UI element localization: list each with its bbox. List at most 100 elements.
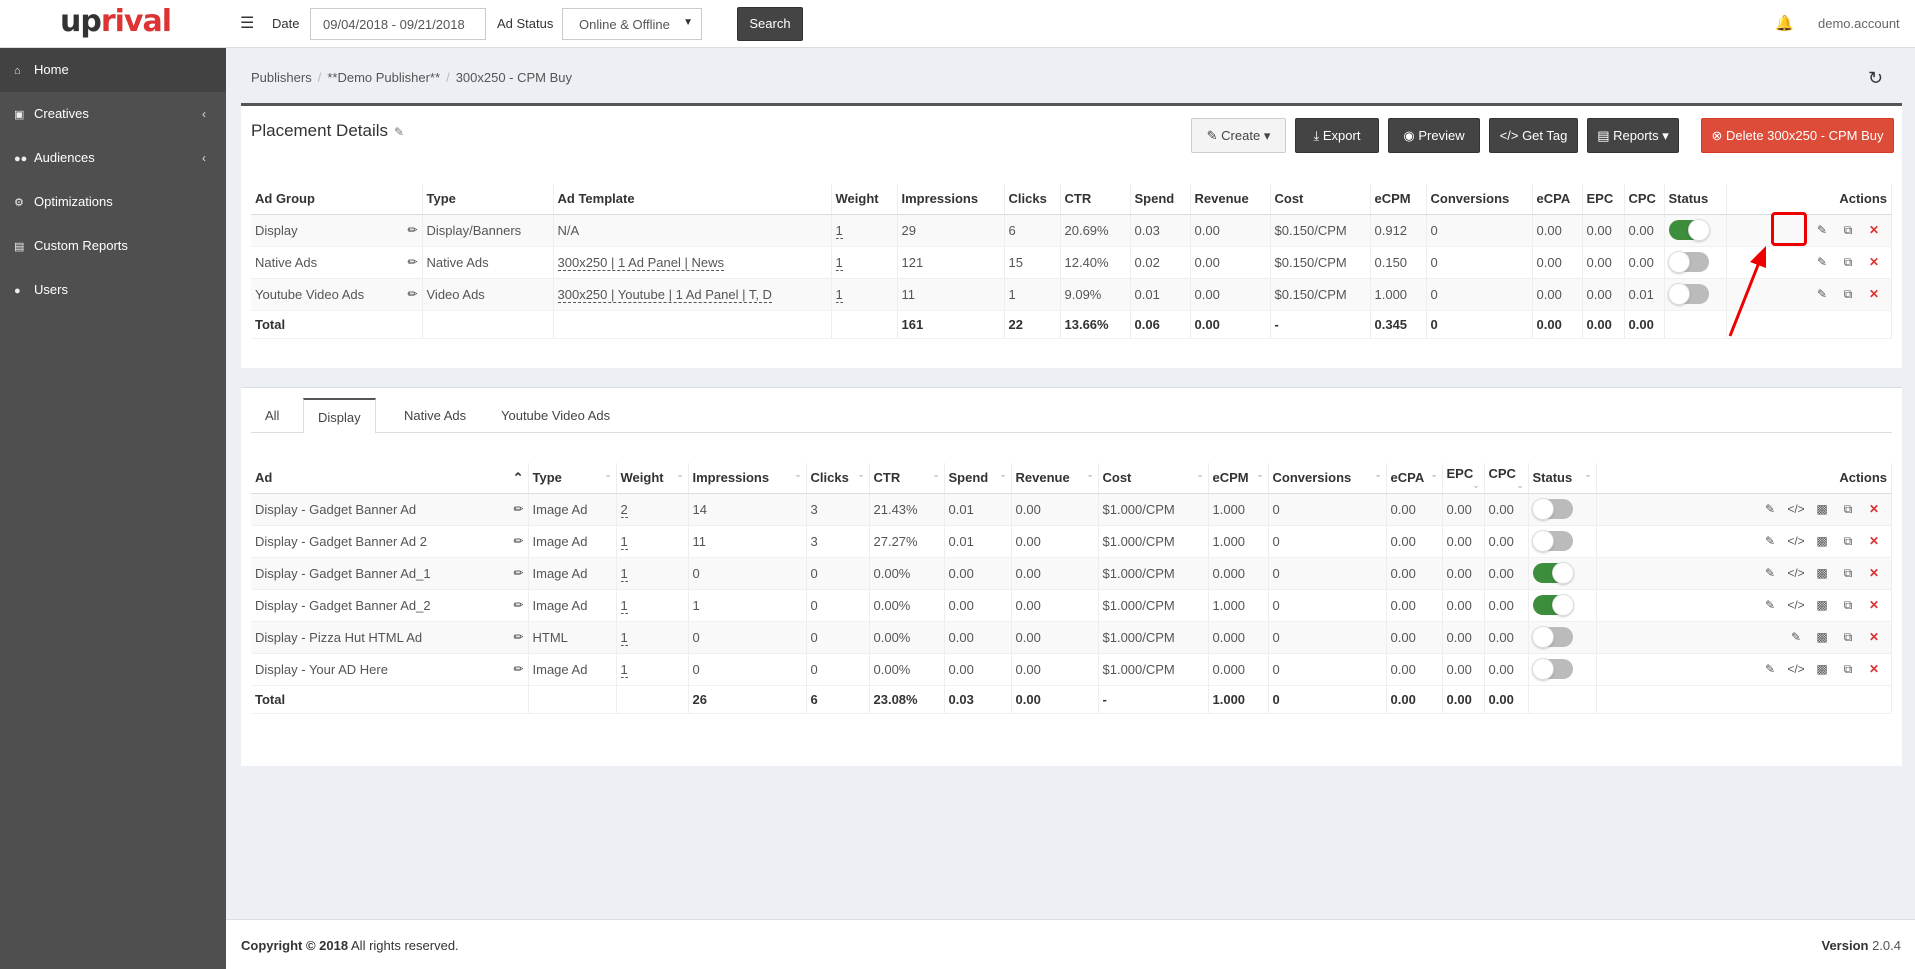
delete-icon[interactable]: ✕ <box>1861 502 1887 516</box>
column-header[interactable]: Status <box>1664 184 1727 215</box>
column-header[interactable]: Status ⌄ <box>1528 463 1597 494</box>
menu-toggle-icon[interactable]: ☰ <box>240 13 256 33</box>
edit-icon[interactable]: ✎ <box>1757 534 1783 548</box>
ad-name[interactable]: Display - Gadget Banner Ad_1 <box>255 566 431 581</box>
ad-status-select[interactable]: Online & Offline ▼ <box>562 8 702 40</box>
tab-display[interactable]: Display <box>303 398 376 434</box>
delete-icon[interactable]: ✕ <box>1861 662 1887 676</box>
status-toggle[interactable] <box>1531 530 1573 552</box>
column-header[interactable]: Revenue <box>1190 184 1271 215</box>
edit-icon[interactable]: ✎ <box>1757 598 1783 612</box>
column-header[interactable]: eCPM <box>1370 184 1427 215</box>
pencil-icon[interactable]: ✏ <box>407 223 417 237</box>
edit-icon[interactable]: ✎ <box>1757 662 1783 676</box>
delete-placement-button[interactable]: ⊗ Delete 300x250 - CPM Buy <box>1701 118 1894 153</box>
pencil-icon[interactable]: ✏ <box>513 502 523 516</box>
edit-icon[interactable]: ✎ <box>1783 630 1809 644</box>
weight-editable[interactable]: 1 <box>620 629 628 646</box>
column-header[interactable]: Cost ⌄ <box>1098 463 1209 494</box>
column-header[interactable]: Conversions ⌄ <box>1268 463 1387 494</box>
code-icon[interactable]: </> <box>1783 502 1809 516</box>
column-header[interactable]: Spend <box>1130 184 1191 215</box>
status-toggle[interactable] <box>1531 626 1573 648</box>
column-header[interactable]: Conversions <box>1426 184 1533 215</box>
column-header[interactable]: Type <box>422 184 554 215</box>
column-header[interactable]: Impressions ⌄ <box>688 463 807 494</box>
column-header[interactable]: Weight <box>831 184 898 215</box>
status-toggle[interactable] <box>1531 658 1573 680</box>
code-icon[interactable]: </> <box>1783 662 1809 676</box>
column-header-ad[interactable]: Ad ⌃ <box>251 463 529 494</box>
column-header[interactable]: eCPM ⌄ <box>1208 463 1269 494</box>
breadcrumb-publisher[interactable]: **Demo Publisher** <box>327 70 440 85</box>
column-header[interactable]: Ad Group <box>251 184 423 215</box>
edit-icon[interactable]: ✎ <box>1757 502 1783 516</box>
sidebar-item-home[interactable]: ⌂ Home <box>0 48 226 92</box>
edit-icon[interactable]: ✎ <box>1757 566 1783 580</box>
status-toggle[interactable] <box>1532 594 1574 616</box>
search-button[interactable]: Search <box>737 7 803 41</box>
copy-icon[interactable]: ⧉ <box>1835 255 1861 270</box>
edit-icon[interactable]: ✎ <box>1809 287 1835 301</box>
account-menu[interactable]: demo.account <box>1818 16 1900 31</box>
copy-icon[interactable]: ⧉ <box>1835 662 1861 677</box>
column-header[interactable]: CTR ⌄ <box>869 463 945 494</box>
export-button[interactable]: ⤓ Export <box>1295 118 1379 153</box>
tab-youtube-video-ads[interactable]: Youtube Video Ads <box>487 398 624 434</box>
column-header[interactable]: Revenue ⌄ <box>1011 463 1099 494</box>
ad-group-name[interactable]: Display <box>255 223 298 238</box>
column-header[interactable]: Impressions <box>897 184 1005 215</box>
weight-editable[interactable]: 1 <box>620 565 628 582</box>
code-icon[interactable]: </> <box>1783 598 1809 612</box>
delete-icon[interactable]: ✕ <box>1861 287 1887 301</box>
create-button[interactable]: ✎ Create ▾ <box>1191 118 1286 153</box>
bar-chart-icon[interactable]: ▩ <box>1809 534 1835 548</box>
status-toggle[interactable] <box>1532 562 1574 584</box>
column-header[interactable]: CTR <box>1060 184 1131 215</box>
ad-name[interactable]: Display - Gadget Banner Ad 2 <box>255 534 427 549</box>
ad-name[interactable]: Display - Pizza Hut HTML Ad <box>255 630 422 645</box>
weight-editable[interactable]: 2 <box>620 501 628 518</box>
delete-icon[interactable]: ✕ <box>1861 534 1887 548</box>
ad-name[interactable]: Display - Your AD Here <box>255 662 388 677</box>
copy-icon[interactable]: ⧉ <box>1835 287 1861 302</box>
reports-button[interactable]: ▤ Reports ▾ <box>1587 118 1679 153</box>
status-toggle[interactable] <box>1667 251 1709 273</box>
sidebar-item-custom-reports[interactable]: ▤ Custom Reports <box>0 224 226 268</box>
column-header[interactable]: Ad Template <box>553 184 832 215</box>
delete-icon[interactable]: ✕ <box>1861 630 1887 644</box>
weight-editable[interactable]: 1 <box>835 222 843 239</box>
column-header[interactable]: eCPA ⌄ <box>1386 463 1443 494</box>
date-range-input[interactable] <box>310 8 486 40</box>
status-toggle[interactable] <box>1667 283 1709 305</box>
column-header[interactable]: Weight ⌄ <box>616 463 689 494</box>
column-header[interactable]: EPC <box>1582 184 1625 215</box>
bar-chart-icon[interactable]: ▩ <box>1809 662 1835 676</box>
copy-icon[interactable]: ⧉ <box>1835 534 1861 549</box>
bar-chart-icon[interactable]: ▩ <box>1809 630 1835 644</box>
copy-icon[interactable]: ⧉ <box>1835 223 1861 238</box>
preview-button[interactable]: ◉ Preview <box>1388 118 1480 153</box>
column-header[interactable]: Spend ⌄ <box>944 463 1012 494</box>
column-header[interactable]: Type ⌄ <box>528 463 617 494</box>
pencil-icon[interactable]: ✏ <box>513 662 523 676</box>
pencil-icon[interactable]: ✏ <box>407 287 417 301</box>
sidebar-item-users[interactable]: ● Users <box>0 268 226 312</box>
copy-icon[interactable]: ⧉ <box>1835 502 1861 517</box>
ad-name[interactable]: Display - Gadget Banner Ad <box>255 502 416 517</box>
copy-icon[interactable]: ⧉ <box>1835 598 1861 613</box>
column-header[interactable]: CPC ⌄ <box>1484 463 1529 494</box>
sidebar-item-optimizations[interactable]: ⚙ Optimizations <box>0 180 226 224</box>
edit-icon[interactable]: ✎ <box>1809 223 1835 237</box>
get-tag-button[interactable]: </> Get Tag <box>1489 118 1578 153</box>
logo[interactable]: uprival <box>60 4 172 39</box>
ad-group-name[interactable]: Native Ads <box>255 255 317 270</box>
delete-icon[interactable]: ✕ <box>1861 598 1887 612</box>
weight-editable[interactable]: 1 <box>620 661 628 678</box>
code-icon[interactable]: </> <box>1783 566 1809 580</box>
sidebar-item-creatives[interactable]: ▣ Creatives ‹ <box>0 92 226 136</box>
pencil-icon[interactable]: ✏ <box>513 534 523 548</box>
bell-icon[interactable]: 🔔 <box>1775 14 1794 32</box>
weight-editable[interactable]: 1 <box>620 533 628 550</box>
weight-editable[interactable]: 1 <box>835 286 843 303</box>
